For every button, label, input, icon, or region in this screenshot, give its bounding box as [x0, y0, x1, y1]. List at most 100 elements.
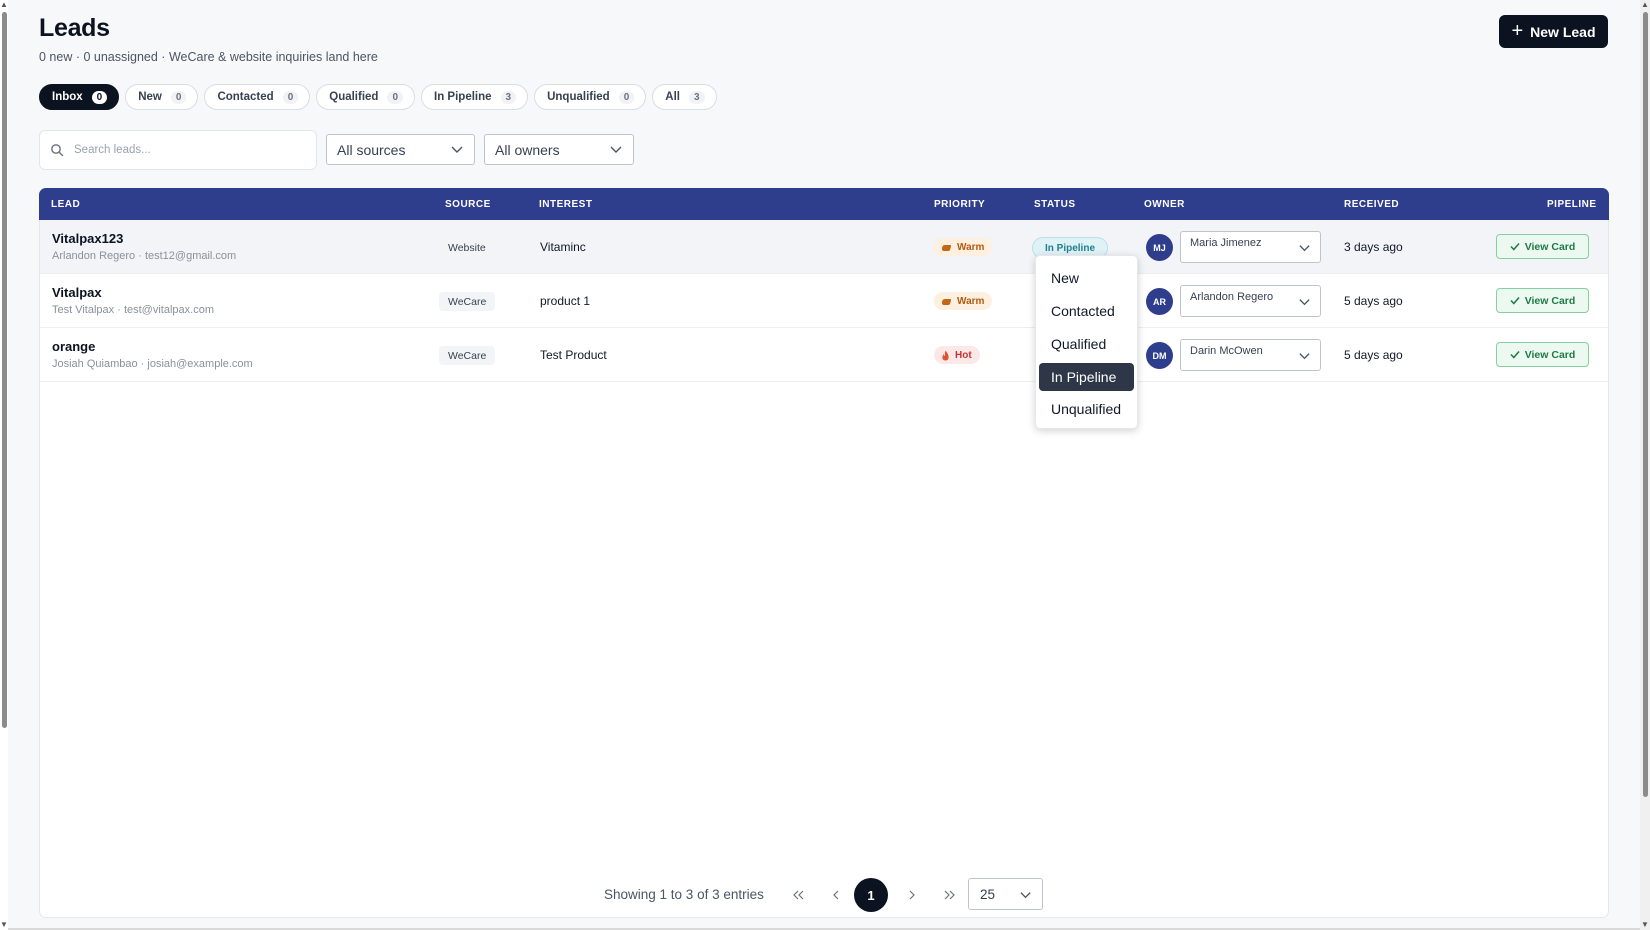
source-filter-select[interactable]: All sources: [326, 134, 475, 165]
owner-select-value: Arlandon Regero: [1190, 291, 1274, 303]
view-card-button[interactable]: View Card: [1496, 234, 1589, 259]
page-size-value: 25: [980, 887, 996, 902]
new-lead-button[interactable]: + New Lead: [1499, 15, 1608, 48]
lead-name[interactable]: Vitalpax123: [52, 231, 123, 246]
page-button-current[interactable]: 1: [854, 878, 888, 912]
scroll-up-arrow-icon[interactable]: ▲: [0, 0, 8, 10]
tab-inbox[interactable]: Inbox 0: [39, 84, 120, 110]
tab-new[interactable]: New 0: [125, 84, 199, 110]
scrollbar-thumb[interactable]: [2, 12, 7, 728]
source-badge: WeCare: [439, 346, 496, 365]
status-option-contacted[interactable]: Contacted: [1039, 297, 1134, 325]
owner-filter-select[interactable]: All owners: [484, 134, 634, 165]
table-header: LEAD SOURCE INTEREST PRIORITY STATUS OWN…: [39, 188, 1609, 220]
tab-qualified[interactable]: Qualified 0: [316, 84, 416, 110]
status-tabs: Inbox 0 New 0 Contacted 0 Qualified 0 In…: [39, 84, 717, 110]
chevron-down-icon: [1299, 353, 1310, 360]
lead-interest: Vitaminc: [540, 240, 586, 254]
column-header-priority[interactable]: PRIORITY: [934, 199, 985, 210]
scroll-up-arrow-icon[interactable]: ▲: [1640, 0, 1650, 10]
search-input[interactable]: [74, 136, 304, 164]
tab-all[interactable]: All 3: [652, 84, 717, 110]
source-badge: Website: [439, 238, 495, 257]
chevron-down-icon: [610, 146, 622, 153]
tab-count: 3: [500, 90, 517, 104]
table-row[interactable]: orange Josiah Quiambao · josiah@example.…: [40, 328, 1608, 382]
column-header-status[interactable]: STATUS: [1034, 199, 1076, 210]
source-badge: WeCare: [439, 292, 496, 311]
leads-table: LEAD SOURCE INTEREST PRIORITY STATUS OWN…: [39, 188, 1609, 918]
check-icon: [1510, 351, 1520, 359]
owner-select[interactable]: Arlandon Regero: [1180, 285, 1321, 317]
received-time: 5 days ago: [1344, 294, 1403, 308]
plus-icon: +: [1511, 19, 1524, 42]
search-box: [39, 130, 317, 170]
source-filter-value: All sources: [337, 141, 406, 158]
tab-label: Inbox: [52, 91, 83, 103]
tab-unqualified[interactable]: Unqualified 0: [534, 84, 647, 110]
hand-icon: [942, 245, 952, 251]
chevron-down-icon: [1299, 245, 1310, 252]
owner-select-value: Maria Jimenez: [1190, 237, 1262, 249]
check-icon: [1510, 297, 1520, 305]
column-header-source[interactable]: SOURCE: [445, 199, 491, 210]
owner-select[interactable]: Maria Jimenez: [1180, 231, 1321, 263]
page-scrollbar-left[interactable]: ▲ ▼: [0, 0, 8, 930]
status-option-new[interactable]: New: [1039, 264, 1134, 292]
pagination: Showing 1 to 3 of 3 entries 1 25: [39, 878, 1609, 912]
table-row[interactable]: Vitalpax123 Arlandon Regero · test12@gma…: [40, 220, 1608, 274]
column-header-interest[interactable]: INTEREST: [539, 199, 592, 210]
flame-icon: [942, 350, 949, 360]
owner-filter-value: All owners: [495, 141, 560, 158]
priority-badge: Warm: [934, 238, 993, 256]
lead-interest: Test Product: [540, 348, 607, 362]
check-icon: [1510, 243, 1520, 251]
scroll-down-arrow-icon[interactable]: ▼: [1640, 920, 1650, 930]
avatar: DM: [1146, 342, 1173, 369]
received-time: 3 days ago: [1344, 240, 1403, 254]
lead-contact: Test Vitalpax · test@vitalpax.com: [52, 304, 214, 316]
prev-page-icon[interactable]: [827, 886, 845, 904]
scroll-down-arrow-icon[interactable]: ▼: [0, 920, 8, 930]
tab-contacted[interactable]: Contacted 0: [204, 84, 311, 110]
column-header-received[interactable]: RECEIVED: [1344, 199, 1399, 210]
view-card-button[interactable]: View Card: [1496, 288, 1589, 313]
tab-label: All: [665, 91, 680, 103]
page-subtitle: 0 new · 0 unassigned · WeCare & website …: [39, 50, 378, 64]
chevron-down-icon: [1020, 892, 1031, 899]
tab-count: 3: [688, 90, 705, 104]
column-header-lead[interactable]: LEAD: [51, 199, 80, 210]
owner-select[interactable]: Darin McOwen: [1180, 339, 1321, 371]
priority-badge: Warm: [934, 292, 993, 310]
status-option-unqualified[interactable]: Unqualified: [1039, 395, 1134, 423]
next-page-icon[interactable]: [903, 886, 921, 904]
table-row[interactable]: Vitalpax Test Vitalpax · test@vitalpax.c…: [40, 274, 1608, 328]
tab-in-pipeline[interactable]: In Pipeline 3: [421, 84, 529, 110]
view-card-button[interactable]: View Card: [1496, 342, 1589, 367]
status-dropdown: New Contacted Qualified In Pipeline Unqu…: [1035, 255, 1138, 429]
status-option-in-pipeline[interactable]: In Pipeline: [1039, 363, 1134, 391]
avatar: AR: [1146, 288, 1173, 315]
status-option-qualified[interactable]: Qualified: [1039, 330, 1134, 358]
page-scrollbar-right[interactable]: ▲ ▼: [1640, 0, 1650, 930]
tab-count: 0: [91, 90, 108, 104]
scrollbar-thumb[interactable]: [1643, 12, 1648, 797]
column-header-owner[interactable]: OWNER: [1144, 199, 1185, 210]
page-size-select[interactable]: 25: [968, 878, 1043, 910]
last-page-icon[interactable]: [940, 886, 958, 904]
lead-contact: Josiah Quiambao · josiah@example.com: [52, 358, 253, 370]
first-page-icon[interactable]: [790, 886, 808, 904]
new-lead-label: New Lead: [1530, 23, 1596, 40]
tab-label: In Pipeline: [434, 91, 492, 103]
tab-count: 0: [170, 90, 187, 104]
chevron-down-icon: [1299, 299, 1310, 306]
lead-contact: Arlandon Regero · test12@gmail.com: [52, 250, 237, 262]
tab-label: Qualified: [329, 91, 379, 103]
chevron-down-icon: [451, 146, 463, 153]
tab-label: Contacted: [217, 91, 274, 103]
lead-name[interactable]: Vitalpax: [52, 285, 102, 300]
column-header-pipeline[interactable]: PIPELINE: [1547, 199, 1597, 210]
lead-name[interactable]: orange: [52, 339, 95, 354]
page-title: Leads: [39, 14, 110, 42]
priority-badge: Hot: [934, 346, 980, 364]
